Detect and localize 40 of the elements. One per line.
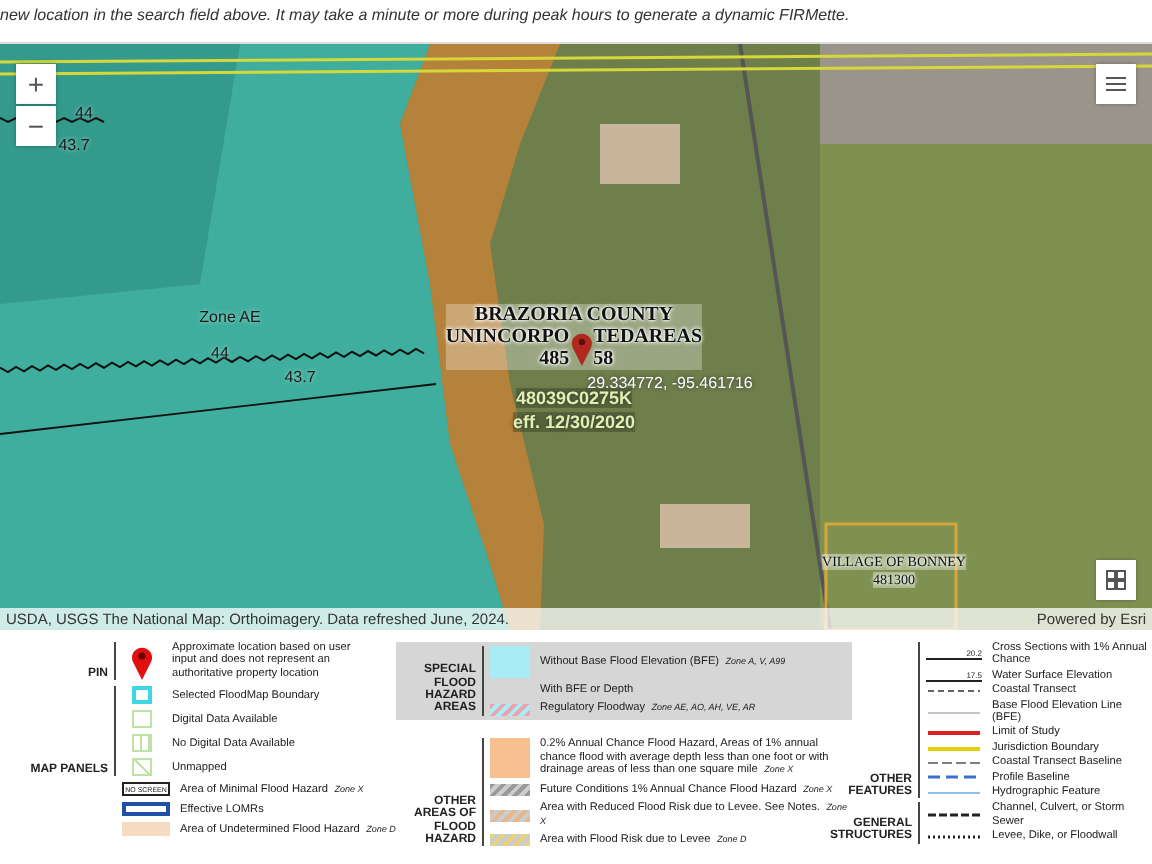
community-label: UNINCORPO [445, 326, 570, 348]
line-symbol-icon [926, 787, 982, 798]
zoom-out-button[interactable]: − [16, 106, 56, 146]
legend-swatch [490, 703, 530, 716]
line-symbol-icon [926, 772, 982, 783]
community-label: TEDAREAS [593, 326, 703, 348]
legend-swatch [122, 822, 170, 837]
location-pin-icon [569, 330, 594, 366]
grid-icon [1106, 570, 1126, 590]
menu-icon [1106, 76, 1126, 92]
legend-swatch [132, 686, 152, 705]
legend-swatch [490, 784, 530, 797]
zone-label: 43.7 [58, 136, 90, 154]
line-symbol-icon [926, 728, 982, 739]
line-symbol-icon [926, 757, 982, 768]
line-symbol-icon [926, 685, 982, 696]
zoom-in-button[interactable]: + [16, 64, 56, 104]
line-symbol-icon [926, 743, 982, 754]
community-label: 485 [537, 348, 570, 370]
community-label: 58 [593, 348, 616, 370]
legend-swatch [490, 737, 530, 778]
legend-swatch [490, 834, 530, 847]
basemap-button[interactable] [1096, 560, 1136, 600]
legend-swatch [490, 809, 530, 822]
community-label: BRAZORIA COUNTY [472, 304, 676, 326]
line-symbol-icon [926, 707, 982, 718]
location-pin-icon [130, 643, 154, 680]
zone-label: Zone AE [199, 308, 261, 326]
legend-swatch [122, 802, 170, 817]
line-symbol-icon [926, 810, 982, 821]
line-symbol-icon [926, 831, 982, 842]
legend-swatch [132, 710, 152, 729]
coordinates-label: 29.334772, -95.461716 [587, 374, 753, 392]
zone-label: 43.7 [284, 368, 316, 386]
menu-button[interactable] [1096, 64, 1136, 104]
legend-swatch [490, 646, 530, 678]
legend-swatch [132, 734, 152, 753]
zone-label: 44 [211, 344, 229, 362]
legend-swatch [132, 758, 152, 777]
zone-label: 44 [75, 104, 93, 122]
